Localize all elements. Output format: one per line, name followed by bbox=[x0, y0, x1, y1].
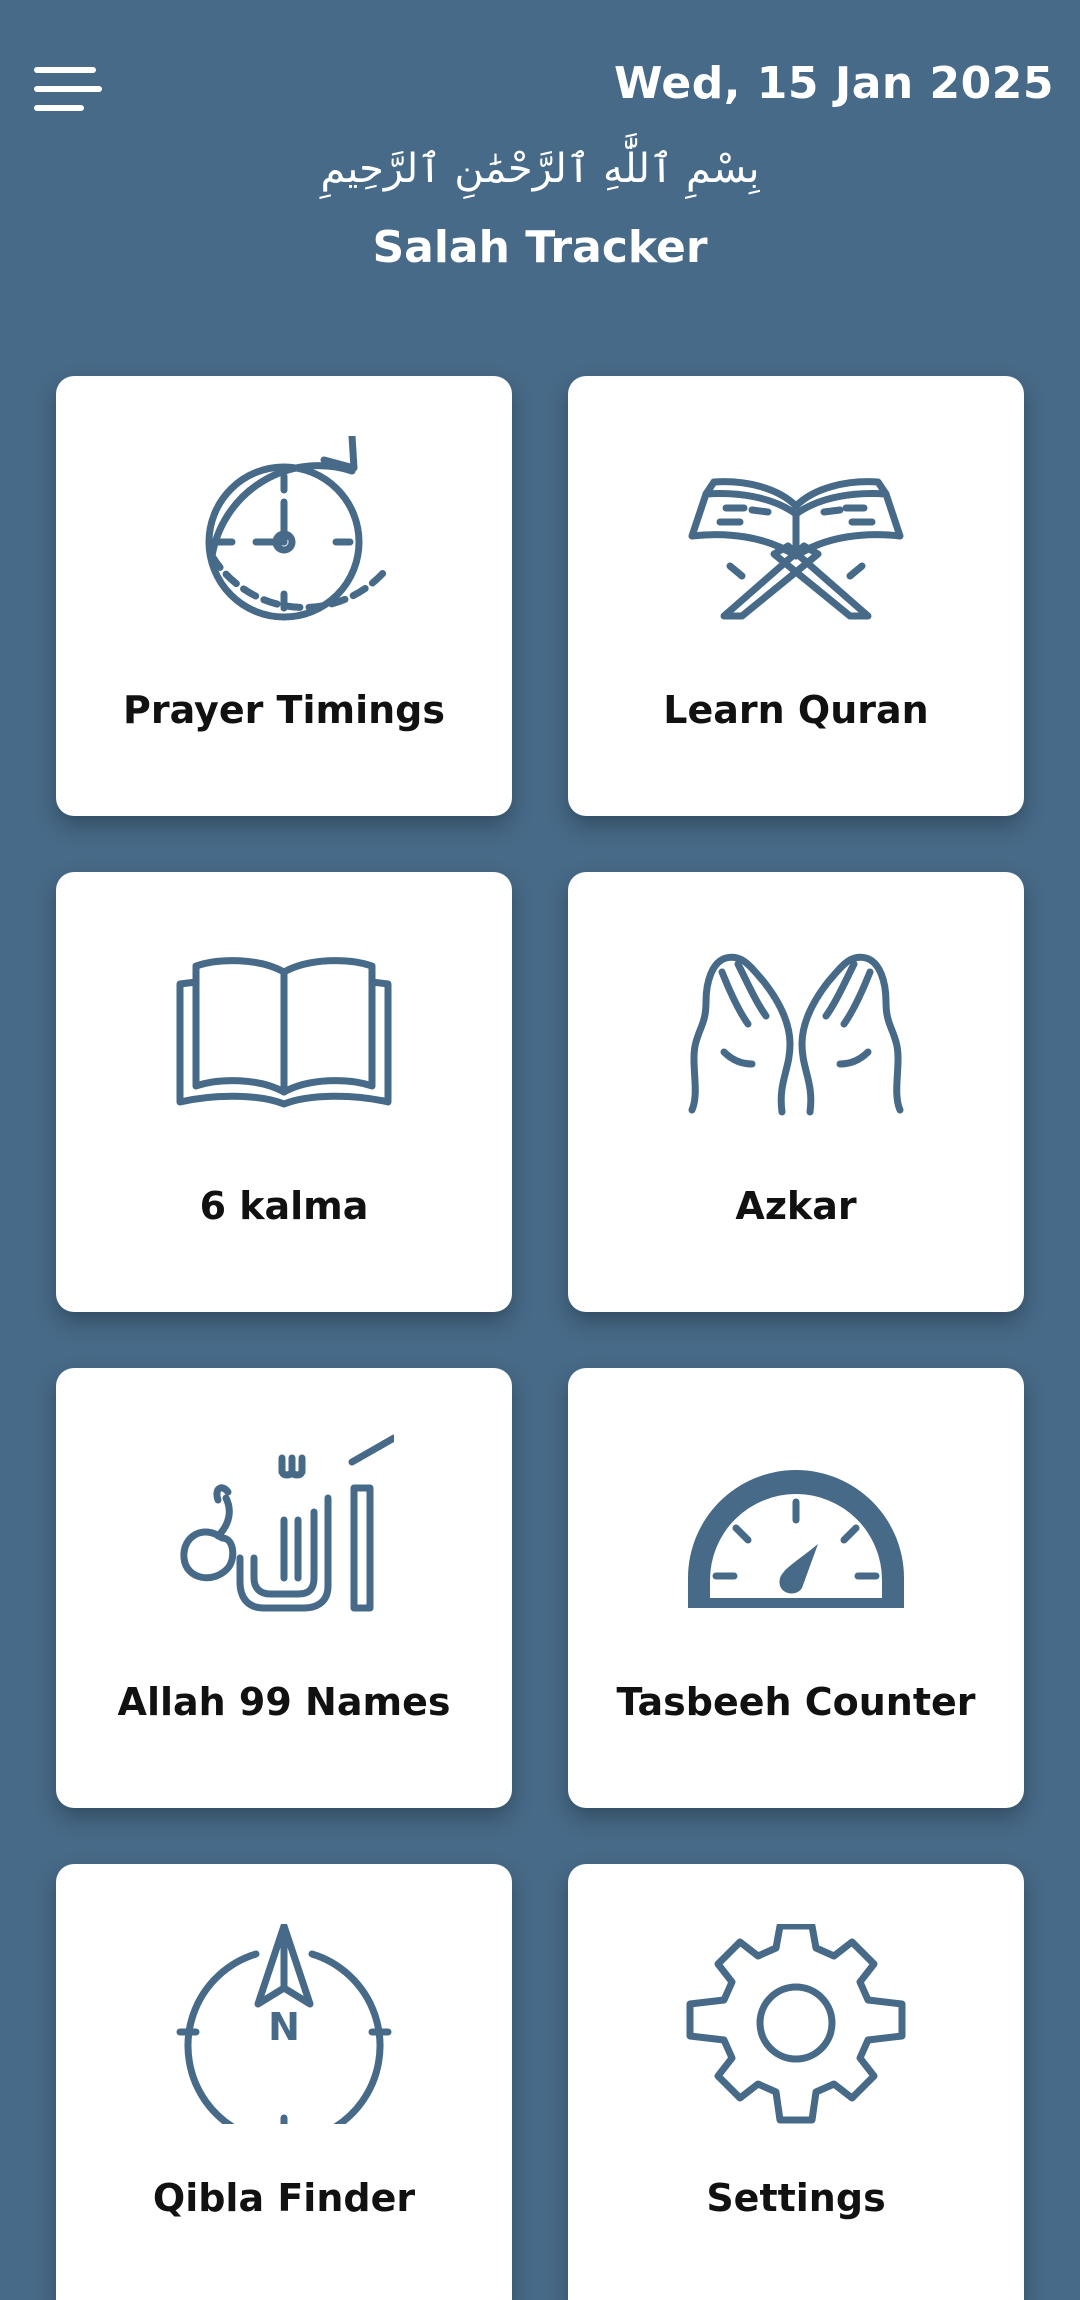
card-label: Allah 99 Names bbox=[117, 1680, 451, 1724]
menu-button[interactable] bbox=[33, 62, 103, 116]
praying-hands-icon bbox=[686, 932, 906, 1132]
card-label: Learn Quran bbox=[663, 688, 929, 732]
tasbeeh-counter-card[interactable]: Tasbeeh Counter bbox=[568, 1368, 1024, 1808]
azkar-card[interactable]: Azkar bbox=[568, 872, 1024, 1312]
compass-icon: N bbox=[174, 1924, 394, 2124]
gear-icon bbox=[686, 1924, 906, 2124]
prayer-timings-card[interactable]: Prayer Timings bbox=[56, 376, 512, 816]
allah-99-names-card[interactable]: Allah 99 Names bbox=[56, 1368, 512, 1808]
learn-quran-card[interactable]: Learn Quran bbox=[568, 376, 1024, 816]
current-date: Wed, 15 Jan 2025 bbox=[613, 58, 1054, 109]
card-label: Prayer Timings bbox=[122, 688, 446, 732]
six-kalma-card[interactable]: 6 kalma bbox=[56, 872, 512, 1312]
card-label: Qibla Finder bbox=[152, 2176, 416, 2220]
settings-card[interactable]: Settings bbox=[568, 1864, 1024, 2300]
card-label: Tasbeeh Counter bbox=[616, 1680, 976, 1724]
card-label: Settings bbox=[706, 2176, 886, 2220]
card-label: Azkar bbox=[735, 1184, 857, 1228]
allah-calligraphy-icon bbox=[174, 1428, 394, 1628]
hamburger-menu-icon bbox=[34, 67, 102, 111]
open-book-icon bbox=[174, 932, 394, 1132]
compass-north-letter: N bbox=[268, 2005, 300, 2049]
qibla-finder-card[interactable]: N Qibla Finder bbox=[56, 1864, 512, 2300]
home-screen: Wed, 15 Jan 2025 بِسْمِ ٱللَّٰهِ ٱلرَّحْ… bbox=[0, 0, 1080, 2300]
clock-refresh-icon bbox=[174, 436, 394, 636]
app-title: Salah Tracker bbox=[372, 222, 708, 273]
bismillah-text: بِسْمِ ٱللَّٰهِ ٱلرَّحْمَٰنِ ٱلرَّحِيمِ bbox=[320, 146, 760, 192]
quran-stand-icon bbox=[686, 436, 906, 636]
card-label: 6 kalma bbox=[199, 1184, 369, 1228]
speedometer-icon bbox=[686, 1428, 906, 1628]
